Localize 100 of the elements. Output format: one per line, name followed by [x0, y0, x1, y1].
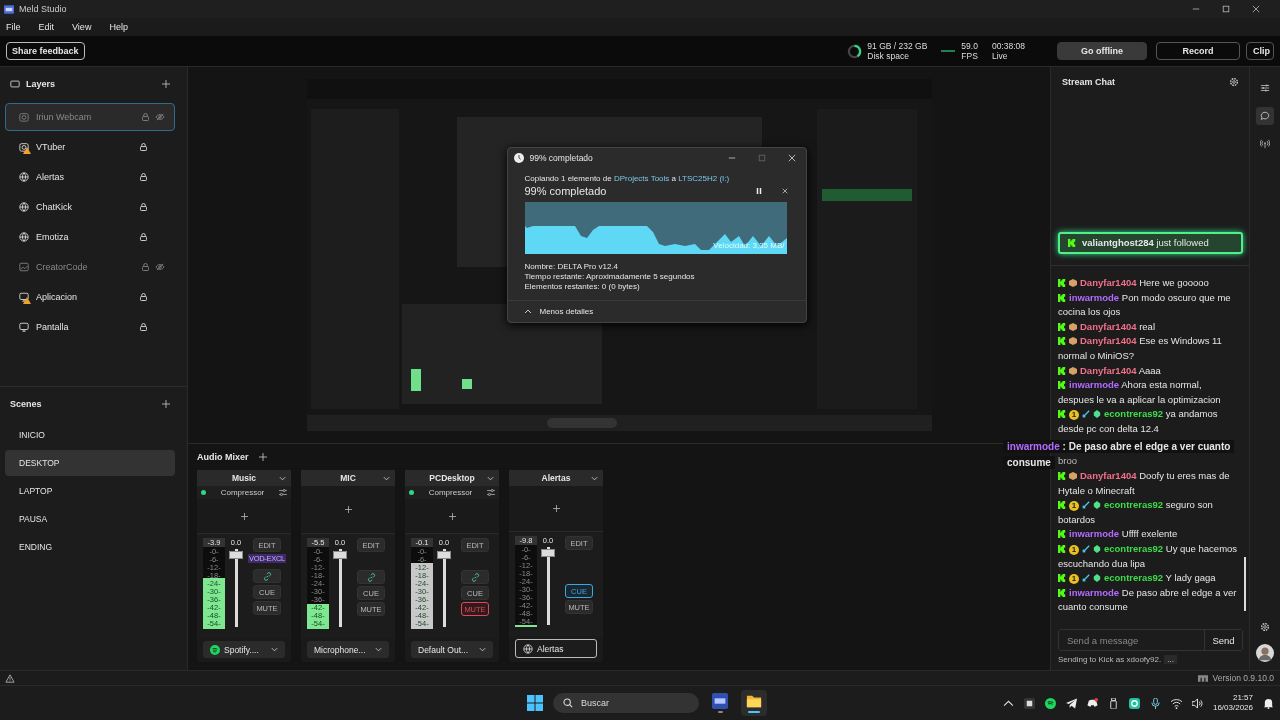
tray-app-icon[interactable]: [1128, 697, 1140, 709]
lock-icon[interactable]: [140, 233, 147, 241]
tray-caret-icon[interactable]: [1002, 697, 1014, 709]
chat-username[interactable]: econtreras92: [1104, 499, 1164, 511]
clock-time[interactable]: 21:57: [1232, 693, 1253, 703]
lock-icon[interactable]: [140, 203, 147, 211]
toolbar-button[interactable]: Go offline: [1057, 42, 1147, 60]
chat-username[interactable]: inwarmode: [1069, 379, 1120, 391]
link-button[interactable]: [357, 570, 385, 584]
scene-item[interactable]: INICIO: [5, 422, 175, 448]
layer-item[interactable]: Pantalla: [5, 313, 175, 341]
settings-icon[interactable]: [1229, 77, 1239, 87]
fader-handle[interactable]: [540, 549, 555, 558]
chat-username[interactable]: Danyfar1404: [1080, 470, 1137, 482]
chat-username[interactable]: Danyfar1404: [1080, 276, 1137, 288]
notification-bell-icon[interactable]: [1263, 697, 1274, 709]
add-effect-icon[interactable]: [448, 512, 456, 520]
destination-link[interactable]: LTSC25H2 (I:): [678, 174, 730, 183]
maximize-icon[interactable]: [1222, 5, 1230, 13]
source-dropdown[interactable]: Default Out...: [411, 641, 493, 658]
layer-item[interactable]: VTuber: [5, 133, 175, 161]
layer-item[interactable]: Aplicacion: [5, 283, 175, 311]
discord-icon[interactable]: [1086, 697, 1098, 709]
fader-handle[interactable]: [332, 551, 347, 560]
scene-item[interactable]: ENDING: [5, 534, 175, 560]
lock-icon[interactable]: [140, 323, 147, 331]
taskbar-search-field[interactable]: Buscar: [553, 693, 699, 713]
fader-handle[interactable]: [436, 551, 451, 560]
hidden-eye-icon[interactable]: [155, 263, 165, 271]
message-field[interactable]: Send a message Send: [1058, 629, 1243, 651]
add-scene-icon[interactable]: [162, 400, 170, 408]
menu-item[interactable]: View: [72, 22, 92, 32]
minimize-icon[interactable]: [727, 154, 736, 162]
add-effect-icon[interactable]: [344, 506, 352, 513]
chat-username[interactable]: Danyfar1404: [1080, 364, 1137, 376]
chat-username[interactable]: econtreras92: [1104, 408, 1164, 420]
usb-drive-icon[interactable]: [1107, 697, 1119, 709]
menu-item[interactable]: File: [6, 22, 21, 32]
more-button[interactable]: ...: [1164, 655, 1177, 664]
hidden-eye-icon[interactable]: [155, 113, 165, 121]
scene-item[interactable]: LAPTOP: [5, 478, 175, 504]
share-feedback-button[interactable]: Share feedback: [6, 42, 85, 60]
lock-icon[interactable]: [140, 143, 147, 151]
add-effect-icon[interactable]: [240, 512, 248, 520]
menu-item[interactable]: Help: [109, 22, 128, 32]
wifi-icon[interactable]: [1170, 697, 1182, 709]
rail-button[interactable]: [1256, 107, 1274, 125]
microphone-icon[interactable]: [1149, 697, 1161, 709]
clock-date[interactable]: 16/03/2026: [1212, 703, 1253, 713]
fader-handle[interactable]: [228, 551, 243, 560]
scene-item[interactable]: PAUSA: [5, 506, 175, 532]
layer-item[interactable]: Iriun Webcam: [5, 103, 175, 131]
caret-down-icon[interactable]: [591, 475, 598, 481]
speaker-icon[interactable]: [1191, 697, 1203, 709]
send-button[interactable]: Send: [1204, 630, 1242, 650]
chat-username[interactable]: inwarmode: [1069, 586, 1120, 598]
taskbar-app[interactable]: [741, 690, 767, 716]
source-link[interactable]: DProjects Tools: [613, 174, 670, 183]
source-dropdown[interactable]: Alertas: [515, 639, 597, 658]
chat-username[interactable]: inwarmode: [1069, 528, 1120, 540]
add-layer-icon[interactable]: [162, 80, 170, 88]
settings-icon[interactable]: [1260, 622, 1270, 632]
caret-down-icon[interactable]: [279, 475, 286, 481]
chat-username[interactable]: Danyfar1404: [1080, 335, 1137, 347]
lock-icon[interactable]: [140, 293, 147, 301]
layer-item[interactable]: Alertas: [5, 163, 175, 191]
caret-down-icon[interactable]: [383, 475, 390, 481]
toolbar-button[interactable]: Clip: [1246, 42, 1274, 60]
pause-icon[interactable]: [755, 188, 762, 194]
layer-item[interactable]: Emotiza: [5, 223, 175, 251]
less-details-button[interactable]: Menos detalles: [517, 307, 600, 316]
toolbar-button[interactable]: Record: [1156, 42, 1240, 60]
chat-username[interactable]: Danyfar1404: [1080, 320, 1137, 332]
avatar[interactable]: [1256, 644, 1274, 662]
source-dropdown[interactable]: Spotify....: [203, 641, 285, 658]
add-effect-icon[interactable]: [552, 505, 560, 512]
chat-username[interactable]: inwarmode: [1069, 291, 1120, 303]
add-channel-icon[interactable]: [258, 453, 267, 461]
chat-username[interactable]: econtreras92: [1104, 572, 1164, 584]
scrollbar-thumb[interactable]: [1244, 557, 1246, 611]
sliders-icon[interactable]: [279, 489, 287, 496]
link-button[interactable]: [253, 569, 281, 583]
caret-down-icon[interactable]: [487, 475, 494, 481]
tray-app-icon[interactable]: [1023, 697, 1035, 709]
minimize-icon[interactable]: [1192, 5, 1200, 13]
sliders-icon[interactable]: [487, 489, 495, 496]
lock-icon[interactable]: [140, 173, 147, 181]
menu-item[interactable]: Edit: [38, 22, 55, 32]
close-icon[interactable]: [787, 154, 796, 162]
start-icon[interactable]: [527, 695, 543, 711]
chat-username[interactable]: econtreras92: [1104, 543, 1164, 555]
scene-item[interactable]: DESKTOP: [5, 450, 175, 476]
layer-item[interactable]: CreatorCode: [5, 253, 175, 281]
spotify-icon[interactable]: [1044, 697, 1056, 709]
warning-icon[interactable]: [5, 673, 15, 683]
cancel-icon[interactable]: [781, 188, 788, 194]
source-dropdown[interactable]: Microphone...: [307, 641, 389, 658]
layer-item[interactable]: ChatKick: [5, 193, 175, 221]
close-icon[interactable]: [1252, 5, 1260, 13]
link-button[interactable]: [461, 570, 489, 584]
